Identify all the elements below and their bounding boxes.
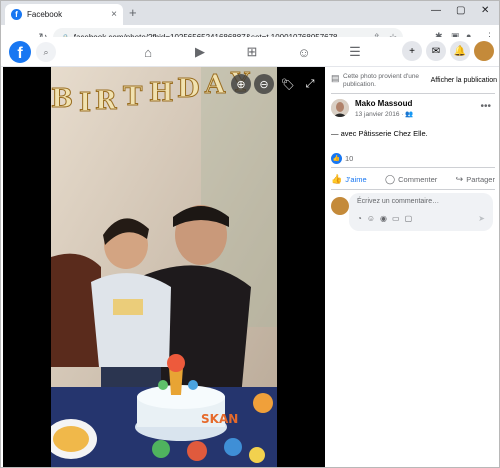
post-notice: ▤ Cette photo provient d'une publication… — [331, 71, 497, 91]
show-post-link[interactable]: Afficher la publication — [431, 77, 497, 84]
maximize-button[interactable]: ▢ — [456, 5, 465, 16]
watch-icon[interactable]: ▶ — [192, 44, 208, 60]
gif-icon[interactable]: ▭ — [392, 214, 400, 223]
minimize-button[interactable]: — — [431, 5, 441, 16]
facebook-logo-icon[interactable]: f — [9, 41, 31, 63]
comment-label: Commenter — [398, 174, 438, 184]
facebook-header: f ⌕ ⌂ ▶ ⊞ ☺ ☰ + ✉ 🔔 — [1, 37, 499, 67]
divider — [331, 189, 495, 190]
svg-text:B: B — [51, 84, 73, 114]
author-name[interactable]: Mako Massoud — [355, 99, 412, 108]
birthday-photo[interactable]: B I R T H D A Y — [51, 67, 277, 467]
tag-icon[interactable]: 🏷 — [278, 74, 298, 94]
search-icon[interactable]: ⌕ — [36, 42, 56, 62]
birthday-photo-image: B I R T H D A Y — [51, 67, 277, 467]
camera-icon[interactable]: ◉ — [380, 214, 387, 223]
commenter-avatar[interactable] — [331, 197, 349, 215]
divider — [331, 167, 495, 168]
emoji-icon[interactable]: ☺ — [367, 214, 375, 223]
post-date[interactable]: 13 janvier 2016 · 👥 — [355, 110, 413, 118]
comment-input[interactable]: Écrivez un commentaire… ◔ ☺ ◉ ▭ ▢ ➤ — [349, 193, 493, 231]
messenger-icon[interactable]: ✉ — [426, 41, 446, 61]
like-reaction-icon: 👍 — [331, 153, 342, 164]
like-label: J'aime — [345, 174, 367, 184]
svg-text:T: T — [123, 82, 143, 112]
comment-tools: ◔ ☺ ◉ ▭ ▢ — [357, 214, 412, 223]
marketplace-icon[interactable]: ⊞ — [244, 44, 260, 60]
zoom-out-icon[interactable]: ⊖ — [254, 74, 274, 94]
send-icon[interactable]: ➤ — [478, 214, 485, 223]
new-tab-button[interactable]: + — [129, 5, 137, 21]
svg-text:R: R — [95, 86, 117, 116]
notice-text: Cette photo provient d'une publication. — [343, 73, 420, 88]
share-label: Partager — [466, 174, 495, 184]
browser-window: f Facebook × + — ▢ ✕ ← → ↻ 🔒 facebook.co… — [0, 0, 500, 468]
post-panel: ▤ Cette photo provient d'une publication… — [325, 67, 499, 467]
thumbs-up-icon: 👍 — [331, 173, 343, 184]
share-icon: ↪ — [455, 173, 464, 184]
account-avatar[interactable] — [474, 41, 494, 61]
zoom-in-icon[interactable]: ⊕ — [231, 74, 251, 94]
post-caption: — avec Pâtisserie Chez Elle. — [331, 129, 428, 138]
svg-text:A: A — [204, 70, 226, 100]
browser-tab[interactable]: f Facebook × — [5, 4, 123, 25]
photo-viewer: B I R T H D A Y — [3, 67, 325, 467]
reactions-summary[interactable]: 👍 10 — [331, 153, 353, 164]
post-actions: 👍 J'aime ◯ Commenter ↪ Partager — [331, 171, 495, 187]
post-icon: ▤ — [331, 73, 340, 83]
tab-title: Facebook — [27, 10, 63, 19]
svg-text:H: H — [149, 78, 174, 108]
svg-text:SKAN: SKAN — [201, 412, 238, 426]
comment-icon: ◯ — [385, 173, 396, 184]
fullscreen-icon[interactable]: ⤢ — [300, 74, 320, 94]
notifications-icon[interactable]: 🔔 — [450, 41, 470, 61]
menu-icon[interactable]: ☰ — [347, 44, 363, 60]
comment-placeholder: Écrivez un commentaire… — [357, 198, 440, 205]
svg-text:D: D — [177, 74, 200, 104]
reaction-count: 10 — [345, 154, 354, 163]
facebook-favicon-icon: f — [11, 9, 22, 20]
author-avatar-image — [331, 99, 349, 117]
friends-icon: 👥 — [405, 111, 414, 118]
author-avatar[interactable] — [331, 99, 349, 117]
more-options-icon[interactable]: ••• — [480, 101, 491, 112]
svg-text:I: I — [79, 88, 91, 118]
home-icon[interactable]: ⌂ — [140, 44, 156, 60]
share-button[interactable]: ↪ Partager — [456, 174, 495, 185]
groups-icon[interactable]: ☺ — [296, 44, 312, 60]
tab-strip: f Facebook × + — ▢ ✕ — [1, 1, 499, 25]
avatar-sticker-icon[interactable]: ▢ — [405, 214, 413, 223]
sticker-icon[interactable]: ◔ — [357, 214, 362, 223]
like-button[interactable]: 👍 J'aime — [331, 174, 367, 185]
divider — [331, 93, 495, 94]
create-icon[interactable]: + — [402, 41, 422, 61]
comment-button[interactable]: ◯ Commenter — [385, 174, 437, 185]
close-window-button[interactable]: ✕ — [481, 5, 489, 16]
post-date-text: 13 janvier 2016 · — [355, 111, 404, 118]
tab-close-icon[interactable]: × — [111, 9, 117, 20]
